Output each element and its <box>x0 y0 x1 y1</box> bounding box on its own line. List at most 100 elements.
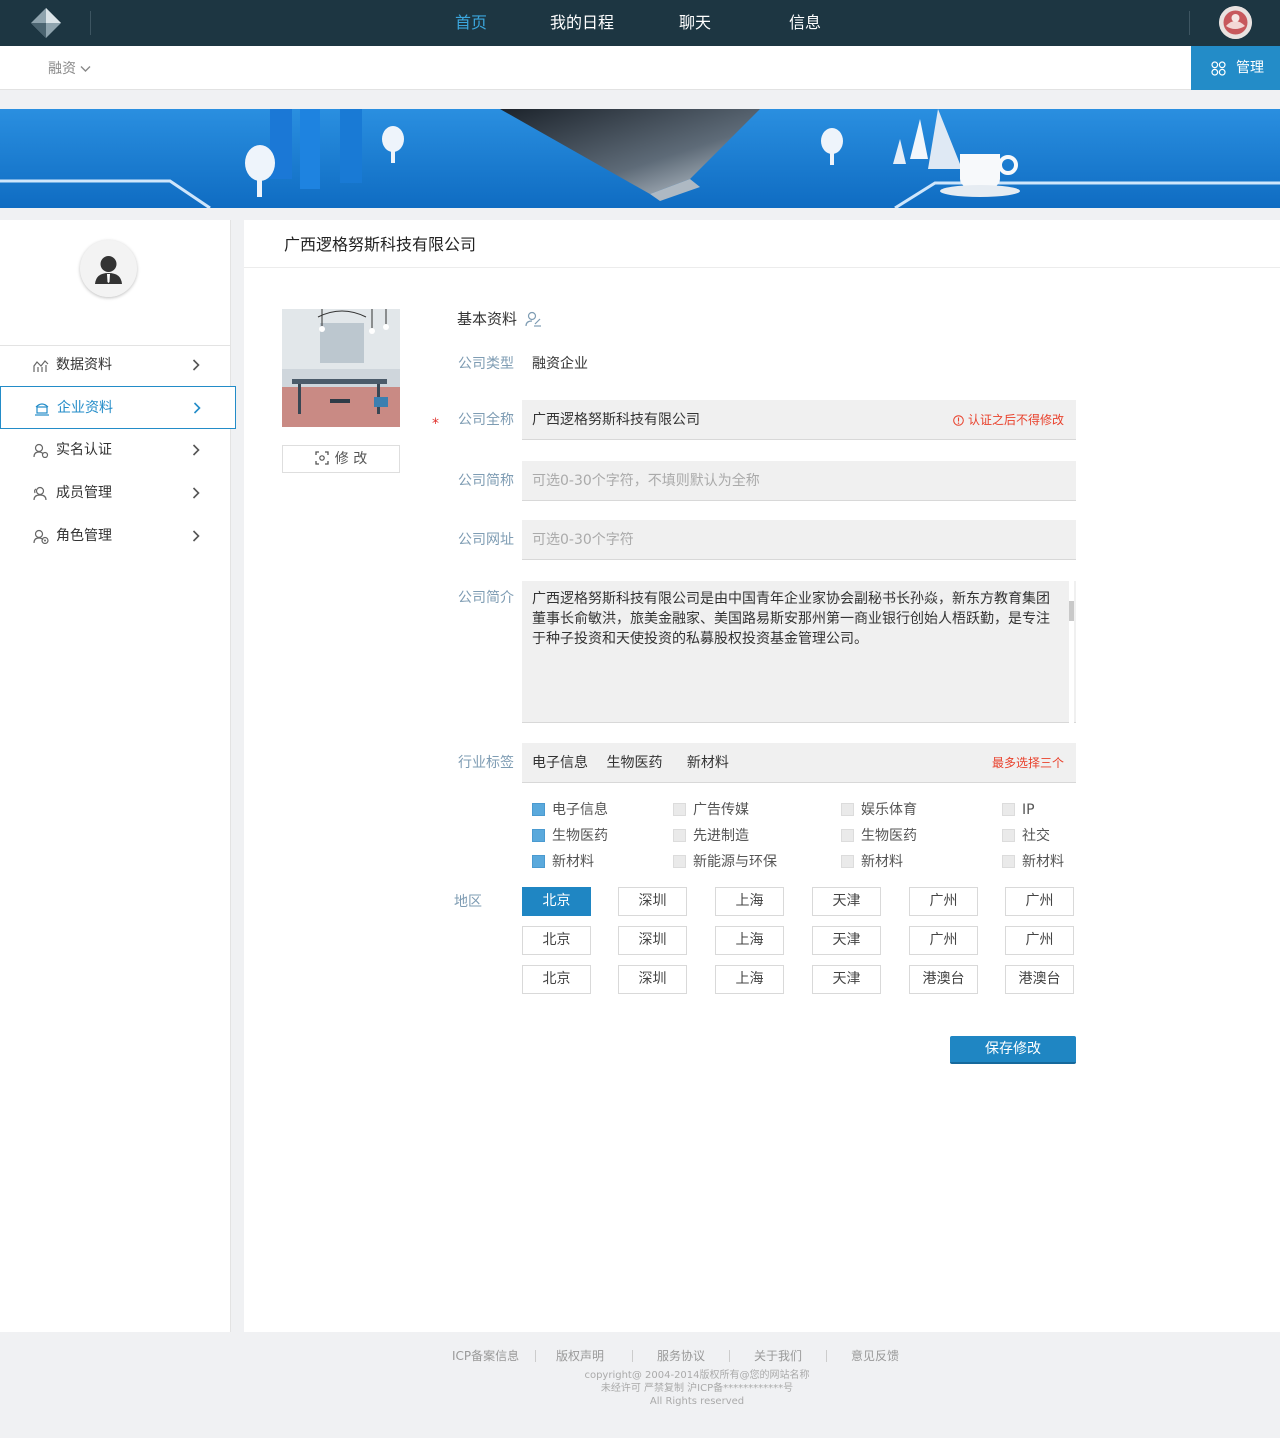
short-name-input[interactable]: 可选0-30个字符，不填则默认为全称 <box>522 461 1076 501</box>
checkbox[interactable] <box>673 829 686 842</box>
sidebar-item-data[interactable]: 数据资料 <box>0 344 236 387</box>
sidebar-item-label: 数据资料 <box>56 357 112 373</box>
checkbox[interactable] <box>841 829 854 842</box>
intro-text: 广西逻格努斯科技有限公司是由中国青年企业家协会副秘书长孙焱，新东方教育集团董事长… <box>532 591 1050 647</box>
category-dropdown[interactable]: 融资 <box>48 46 91 90</box>
region-option[interactable]: 上海 <box>715 926 784 955</box>
industry-option[interactable]: 新能源与环保 <box>673 854 777 870</box>
industry-option[interactable]: 先进制造 <box>673 828 749 844</box>
industry-option[interactable]: 新材料 <box>532 854 594 870</box>
industry-option-label: IP <box>1022 802 1035 818</box>
region-option[interactable]: 港澳台 <box>909 965 978 994</box>
region-option[interactable]: 深圳 <box>618 887 687 916</box>
region-option[interactable]: 广州 <box>909 887 978 916</box>
industry-option-label: 先进制造 <box>693 828 749 844</box>
banner-illustration <box>0 109 1280 208</box>
full-name-field[interactable]: 广西逻格努斯科技有限公司 认证之后不得修改 <box>522 400 1076 440</box>
footer-rights: All Rights reserved <box>649 1396 745 1407</box>
scrollbar-thumb[interactable] <box>1069 601 1074 621</box>
nav-info[interactable]: 信息 <box>778 0 832 46</box>
industry-tag[interactable]: 新材料 <box>687 755 729 771</box>
manage-label: 管理 <box>1236 60 1264 76</box>
section-title: 基本资料 <box>457 306 542 332</box>
sidebar-item-company[interactable]: 企业资料 <box>0 386 236 429</box>
industry-option[interactable]: 生物医药 <box>532 828 608 844</box>
sidebar-item-verification[interactable]: 实名认证 <box>0 429 236 472</box>
footer-link-feedback[interactable]: 意见反馈 <box>851 1347 899 1365</box>
region-option[interactable]: 天津 <box>812 887 881 916</box>
checkbox[interactable] <box>532 829 545 842</box>
industry-option[interactable]: 新材料 <box>1002 854 1064 870</box>
industry-option-label: 广告传媒 <box>693 802 749 818</box>
building-icon <box>35 403 49 416</box>
company-avatar[interactable] <box>80 240 137 297</box>
checkbox[interactable] <box>532 803 545 816</box>
sidebar-item-label: 实名认证 <box>56 442 112 458</box>
checkbox[interactable] <box>673 855 686 868</box>
region-option[interactable]: 深圳 <box>618 965 687 994</box>
region-option[interactable]: 广州 <box>1005 926 1074 955</box>
footer-link-copyright[interactable]: 版权声明 <box>556 1347 604 1365</box>
checkbox[interactable] <box>841 803 854 816</box>
region-option[interactable]: 北京 <box>522 965 591 994</box>
region-option[interactable]: 深圳 <box>618 926 687 955</box>
region-option[interactable]: 天津 <box>812 965 881 994</box>
grid-icon <box>1211 61 1226 76</box>
industry-option[interactable]: IP <box>1002 802 1035 818</box>
industry-option-label: 生物医药 <box>861 828 917 844</box>
nav-chat[interactable]: 聊天 <box>668 0 722 46</box>
footer-link-terms[interactable]: 服务协议 <box>657 1347 705 1365</box>
industry-option-label: 新材料 <box>552 854 594 870</box>
industry-option[interactable]: 广告传媒 <box>673 802 749 818</box>
industry-option[interactable]: 新材料 <box>841 854 903 870</box>
footer-link-about[interactable]: 关于我们 <box>754 1347 802 1365</box>
nav-home[interactable]: 首页 <box>444 0 498 46</box>
divider <box>535 1350 536 1362</box>
region-option[interactable]: 广州 <box>1005 887 1074 916</box>
footer: ICP备案信息 版权声明 服务协议 关于我们 意见反馈 copyright@ 2… <box>0 1332 1280 1438</box>
checkbox[interactable] <box>1002 803 1015 816</box>
website-input[interactable]: 可选0-30个字符 <box>522 520 1076 560</box>
industry-tag[interactable]: 生物医药 <box>606 755 662 771</box>
region-option[interactable]: 港澳台 <box>1005 965 1074 994</box>
industry-option[interactable]: 电子信息 <box>532 802 608 818</box>
user-avatar[interactable] <box>1219 6 1252 39</box>
industry-option[interactable]: 娱乐体育 <box>841 802 917 818</box>
checkbox[interactable] <box>1002 855 1015 868</box>
divider <box>729 1350 730 1362</box>
checkbox[interactable] <box>841 855 854 868</box>
footer-link-icp[interactable]: ICP备案信息 <box>452 1347 519 1365</box>
checkbox[interactable] <box>532 855 545 868</box>
category-dropdown-label: 融资 <box>48 61 76 77</box>
footer-links: ICP备案信息 版权声明 服务协议 关于我们 意见反馈 <box>0 1347 1280 1365</box>
region-option[interactable]: 天津 <box>812 926 881 955</box>
sidebar: 数据资料 企业资料 实名认证 成员管理 角色管理 <box>0 220 236 1332</box>
manage-button[interactable]: 管理 <box>1191 46 1280 90</box>
industry-option[interactable]: 生物医药 <box>841 828 917 844</box>
industry-option[interactable]: 社交 <box>1002 828 1050 844</box>
company-photo <box>282 309 400 427</box>
industry-tag[interactable]: 电子信息 <box>532 755 588 771</box>
region-option[interactable]: 北京 <box>522 887 591 916</box>
industry-tags-field[interactable]: 电子信息 生物医药 新材料 最多选择三个 <box>522 743 1076 783</box>
chevron-right-icon <box>192 487 200 499</box>
edit-profile-icon[interactable] <box>525 311 542 327</box>
edit-photo-button[interactable]: 修 改 <box>282 445 400 473</box>
sidebar-item-roles[interactable]: 角色管理 <box>0 515 236 558</box>
industry-option-label: 电子信息 <box>552 802 608 818</box>
industry-option-label: 新材料 <box>1022 854 1064 870</box>
region-option[interactable]: 广州 <box>909 926 978 955</box>
checkbox[interactable] <box>1002 829 1015 842</box>
intro-textarea[interactable]: 广西逻格努斯科技有限公司是由中国青年企业家协会副秘书长孙焱，新东方教育集团董事长… <box>522 581 1076 723</box>
region-option[interactable]: 上海 <box>715 965 784 994</box>
top-nav-bar: 首页 我的日程 聊天 信息 <box>0 0 1280 46</box>
nav-schedule[interactable]: 我的日程 <box>545 0 619 46</box>
industry-limit-note: 最多选择三个 <box>991 756 1064 770</box>
region-option[interactable]: 北京 <box>522 926 591 955</box>
sub-toolbar: 融资 管理 <box>0 46 1280 90</box>
short-name-label: 公司简称 <box>458 473 514 489</box>
save-button[interactable]: 保存修改 <box>950 1036 1076 1064</box>
checkbox[interactable] <box>673 803 686 816</box>
sidebar-item-members[interactable]: 成员管理 <box>0 472 236 515</box>
region-option[interactable]: 上海 <box>715 887 784 916</box>
